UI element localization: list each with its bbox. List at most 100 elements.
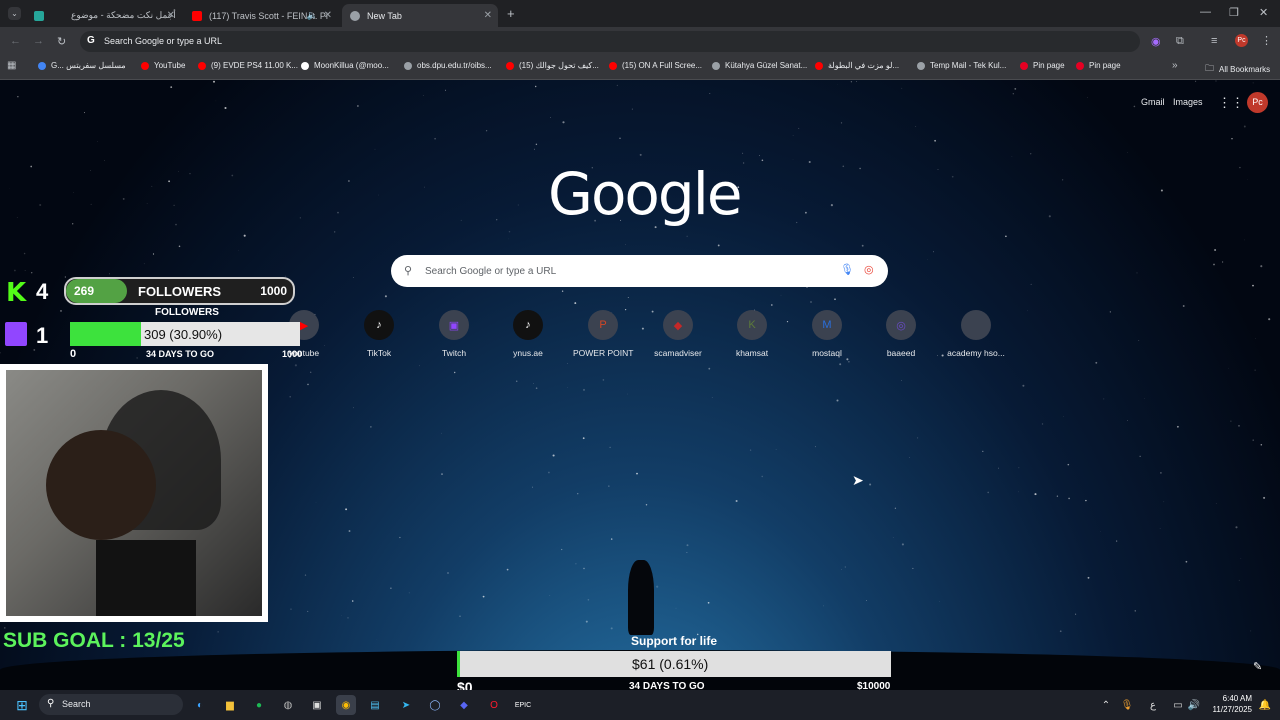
speaker-icon[interactable]: 🔈: [307, 10, 318, 21]
file-explorer-icon[interactable]: ▆: [220, 695, 240, 715]
bookmark-item[interactable]: MoonKillua (@moo...: [301, 61, 389, 70]
back-icon[interactable]: ←: [10, 35, 21, 47]
profile-avatar[interactable]: Pc: [1235, 34, 1248, 47]
star: [842, 165, 845, 168]
microphone-icon[interactable]: 🎙: [840, 263, 854, 276]
epic-games-icon[interactable]: EPIC: [513, 695, 533, 715]
shortcut-tile[interactable]: ◎ baaeed: [871, 310, 931, 358]
bookmark-item[interactable]: Temp Mail - Tek Kul...: [917, 61, 1006, 70]
omnibox-text[interactable]: Search Google or type a URL: [104, 36, 222, 46]
bookmark-item[interactable]: (9) EVDE PS4 11.00 K...: [198, 61, 298, 70]
omnibox[interactable]: G Search Google or type a URL: [80, 31, 1140, 52]
windows-start-icon[interactable]: ⊞: [12, 695, 32, 715]
window-app-icon[interactable]: ▤: [365, 695, 385, 715]
search-box[interactable]: ⚲ Search Google or type a URL 🎙 ◎: [391, 255, 888, 287]
shortcut-tile[interactable]: ▣ Twitch: [424, 310, 484, 358]
language-indicator[interactable]: ع: [1143, 695, 1163, 715]
tab-strip: ⌄ أجمل نكت مضحكة - موضوع ✕ (117) Travis …: [0, 0, 1280, 27]
restore-icon[interactable]: ❐: [1229, 6, 1239, 19]
chrome-icon[interactable]: ◉: [336, 695, 356, 715]
star: [1159, 528, 1161, 529]
star: [516, 380, 518, 382]
search-input[interactable]: Search Google or type a URL: [425, 266, 556, 277]
lens-camera-icon[interactable]: ◎: [864, 263, 874, 276]
sub-goal: SUB GOAL : 13/25: [3, 629, 185, 652]
kick-logo: K: [6, 278, 27, 308]
edge-icon[interactable]: ◐: [190, 695, 210, 715]
bookmark-item[interactable]: Pin page: [1076, 61, 1121, 70]
opera-icon[interactable]: O: [484, 695, 504, 715]
bookmark-item[interactable]: obs.dpu.edu.tr/oibs...: [404, 61, 492, 70]
taskbar-search[interactable]: ⚲ Search: [39, 694, 183, 715]
star: [709, 93, 711, 94]
star: [309, 371, 312, 374]
tab-search-icon[interactable]: ⌄: [8, 7, 21, 20]
star: [535, 143, 538, 146]
menu-icon[interactable]: ⋮: [1261, 34, 1272, 47]
account-avatar[interactable]: Pc: [1247, 92, 1268, 113]
star: [915, 126, 917, 127]
reload-icon[interactable]: ↻: [57, 35, 66, 48]
discord-icon[interactable]: ◆: [454, 695, 474, 715]
shortcut-tile[interactable]: P POWER POINT: [573, 310, 633, 358]
tab-new-tab[interactable]: New Tab ✕: [342, 4, 498, 27]
extensions-puzzle-icon[interactable]: ⧉: [1176, 35, 1184, 48]
bookmark-item[interactable]: YouTube: [141, 61, 185, 70]
support-progress-bar: $61 (0.61%): [457, 651, 891, 677]
star: [151, 185, 153, 187]
microphone-icon[interactable]: 🎙: [1117, 695, 1137, 715]
shortcut-tile[interactable]: Kkhamsat: [722, 310, 782, 358]
spotify-icon[interactable]: ●: [249, 695, 269, 715]
forward-icon[interactable]: →: [33, 35, 44, 47]
bookmark-item[interactable]: (15) كيف تحول جوالك...: [506, 61, 599, 70]
telegram-icon[interactable]: ➤: [396, 695, 416, 715]
bookmark-item[interactable]: G... مسلسل سفربتس: [38, 61, 126, 70]
star: [707, 601, 710, 604]
tab-youtube[interactable]: (117) Travis Scott - FEIN ft. Pl 🔈 ✕: [184, 4, 338, 27]
close-icon[interactable]: ✕: [167, 10, 175, 21]
shortcut-tile[interactable]: ♪ ynus.ae: [498, 310, 558, 358]
shortcut-tile[interactable]: ◆ scamadviser: [648, 310, 708, 358]
chevron-right-icon[interactable]: »: [1172, 60, 1178, 71]
close-icon[interactable]: ✕: [484, 10, 492, 21]
google-logo: Google: [548, 160, 743, 228]
all-bookmarks[interactable]: 🗀 All Bookmarks: [1205, 61, 1270, 77]
star: [656, 585, 659, 588]
star: [742, 152, 744, 154]
tab-jokes[interactable]: أجمل نكت مضحكة - موضوع ✕: [26, 4, 181, 27]
gmail-link[interactable]: Gmail: [1141, 97, 1165, 107]
customize-pencil-icon[interactable]: ✎: [1253, 660, 1262, 673]
circle-app-icon[interactable]: ◯: [425, 695, 445, 715]
close-icon[interactable]: ✕: [324, 10, 332, 21]
minimize-icon[interactable]: —: [1200, 6, 1211, 18]
extension-icon[interactable]: ◉: [1151, 35, 1161, 48]
star: [717, 244, 720, 247]
store-icon[interactable]: ▣: [307, 695, 327, 715]
clock[interactable]: 6:40 AM 11/27/2025: [1210, 693, 1252, 715]
bookmark-item[interactable]: Pin page: [1020, 61, 1065, 70]
star: [636, 472, 638, 475]
shortcut-tile[interactable]: ♪ TikTok: [349, 310, 409, 358]
window-close-icon[interactable]: ✕: [1259, 6, 1268, 19]
bookmark-item[interactable]: Kütahya Güzel Sanat...: [712, 61, 807, 70]
images-link[interactable]: Images: [1173, 97, 1203, 107]
chevron-up-icon[interactable]: ⌃: [1096, 695, 1116, 715]
star: [1213, 263, 1215, 266]
star: [823, 605, 824, 607]
mouse-cursor-icon: ➤: [852, 472, 864, 488]
notification-icon[interactable]: 🔔: [1255, 695, 1275, 715]
volume-icon[interactable]: 🔊: [1184, 695, 1204, 715]
app-icon[interactable]: ◍: [278, 695, 298, 715]
new-tab-icon[interactable]: +: [507, 6, 515, 21]
media-control-icon[interactable]: ≡: [1211, 35, 1217, 47]
bookmark-item[interactable]: لو مزت في البطولة...: [815, 61, 899, 70]
star: [170, 86, 173, 88]
star: [575, 563, 577, 565]
star: [122, 197, 125, 200]
bookmark-item[interactable]: (15) ON A Full Scree...: [609, 61, 702, 70]
twitch-title: FOLLOWERS: [155, 307, 219, 318]
star: [1185, 560, 1188, 563]
apps-grid-icon[interactable]: ▦: [7, 60, 16, 71]
shortcut-tile[interactable]: Mmostaql: [797, 310, 857, 358]
shortcut-tile[interactable]: academy hso...: [946, 310, 1006, 358]
